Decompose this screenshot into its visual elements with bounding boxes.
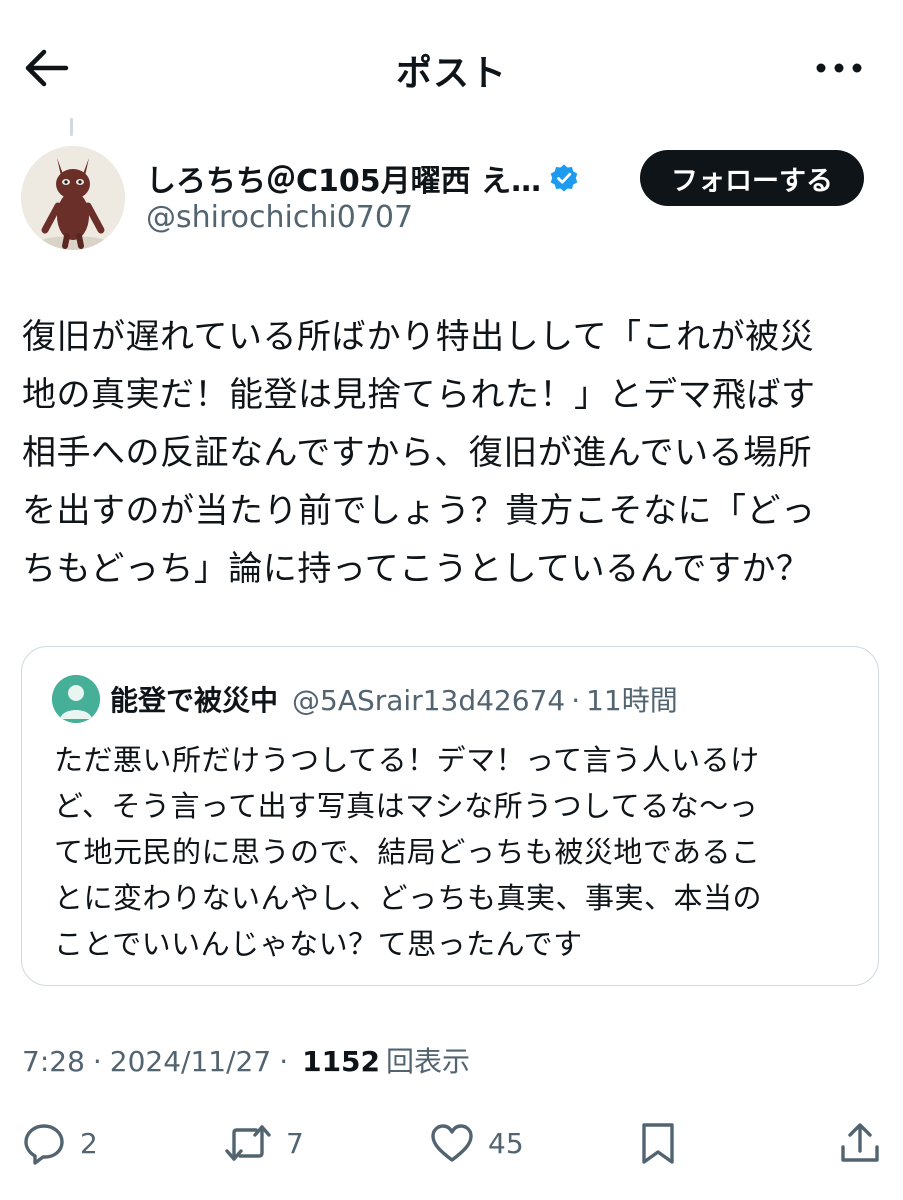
page-title: ポスト [395, 53, 507, 94]
author-name-row: しろちち＠C105月曜西 え… [146, 156, 579, 200]
quoted-timestamp: 11時間 [586, 684, 678, 717]
quoted-separator: · [571, 684, 581, 717]
repost-icon [225, 1125, 271, 1161]
heart-icon [431, 1124, 473, 1162]
tweet-body: 復旧が遅れている所ばかり特出しして「これが被災 地の真実だ！能登は見捨てられた！… [22, 308, 882, 598]
follow-button[interactable]: フォローする [640, 150, 864, 206]
view-count-label: 回表示 [386, 1045, 471, 1078]
thread-connector [70, 118, 73, 136]
default-user-icon [52, 675, 100, 723]
reply-icon [24, 1124, 64, 1165]
quoted-tweet-card[interactable]: 能登で被災中 @5ASrair13d42674 · 11時間 ただ悪い所だけうつ… [21, 646, 879, 986]
quoted-text-line: て地元民的に思うので、結局どっちも被災地であるこ [54, 835, 761, 869]
meta-separator: · [279, 1045, 289, 1078]
view-count[interactable]: 1152 [302, 1045, 380, 1078]
more-button[interactable] [812, 50, 866, 86]
quoted-body: ただ悪い所だけうつしてる！デマ！って言う人いるけ ど、そう言って出す写真はマシな… [54, 737, 864, 967]
reply-count: 2 [80, 1126, 98, 1160]
quoted-text-line: ど、そう言って出す写真はマシな所うつしてるな〜っ [54, 789, 759, 823]
quoted-text-line: とに変わりないんやし、どっちも真実、事実、本当の [54, 881, 763, 915]
like-count: 45 [488, 1126, 524, 1160]
avatar-figure-icon [21, 146, 125, 250]
quoted-text-line: ことでいいんじゃない？て思ったんです [54, 927, 583, 961]
top-bar: ポスト [0, 0, 903, 130]
tweet-text-line: ちもどっち」論に持ってこうとしているんですか？ [22, 549, 811, 589]
like-button[interactable]: 45 [430, 1115, 524, 1171]
author-avatar[interactable] [21, 146, 125, 250]
author-handle[interactable]: @shirochichi0707 [146, 200, 413, 235]
quoted-avatar [52, 675, 100, 723]
quoted-text-line: ただ悪い所だけうつしてる！デマ！って言う人いるけ [54, 743, 760, 777]
action-bar: 2 7 45 [0, 1115, 903, 1175]
tweet-text-line: 地の真実だ！能登は見捨てられた！」とデマ飛ばす [22, 375, 816, 415]
tweet-text-line: を出すのが当たり前でしょう？貴方こそなに「どっ [22, 491, 816, 531]
share-icon [841, 1123, 879, 1162]
quoted-display-name: 能登で被災中 [110, 684, 279, 717]
repost-button[interactable]: 7 [224, 1115, 304, 1171]
bookmark-button[interactable] [636, 1115, 680, 1171]
verified-badge-icon [550, 164, 578, 192]
quoted-handle: @5ASrair13d42674 [292, 684, 566, 717]
author-display-name[interactable]: しろちち＠C105月曜西 え… [146, 156, 541, 200]
repost-count: 7 [286, 1126, 304, 1160]
share-button[interactable] [838, 1115, 882, 1171]
quoted-header: 能登で被災中 @5ASrair13d42674 · 11時間 [110, 679, 678, 719]
meta-separator: · [92, 1045, 102, 1078]
tweet-time[interactable]: 7:28 [22, 1045, 85, 1078]
bookmark-icon [642, 1123, 674, 1164]
reply-button[interactable]: 2 [22, 1115, 98, 1171]
more-horizontal-icon [816, 63, 862, 73]
tweet-text-line: 相手への反証なんですから、復旧が進んでいる場所 [22, 433, 813, 473]
tweet-text-line: 復旧が遅れている所ばかり特出しして「これが被災 [22, 317, 815, 357]
tweet-meta: 7:28 · 2024/11/27 · 1152 回表示 [22, 1040, 470, 1080]
tweet-date[interactable]: 2024/11/27 [110, 1045, 271, 1078]
